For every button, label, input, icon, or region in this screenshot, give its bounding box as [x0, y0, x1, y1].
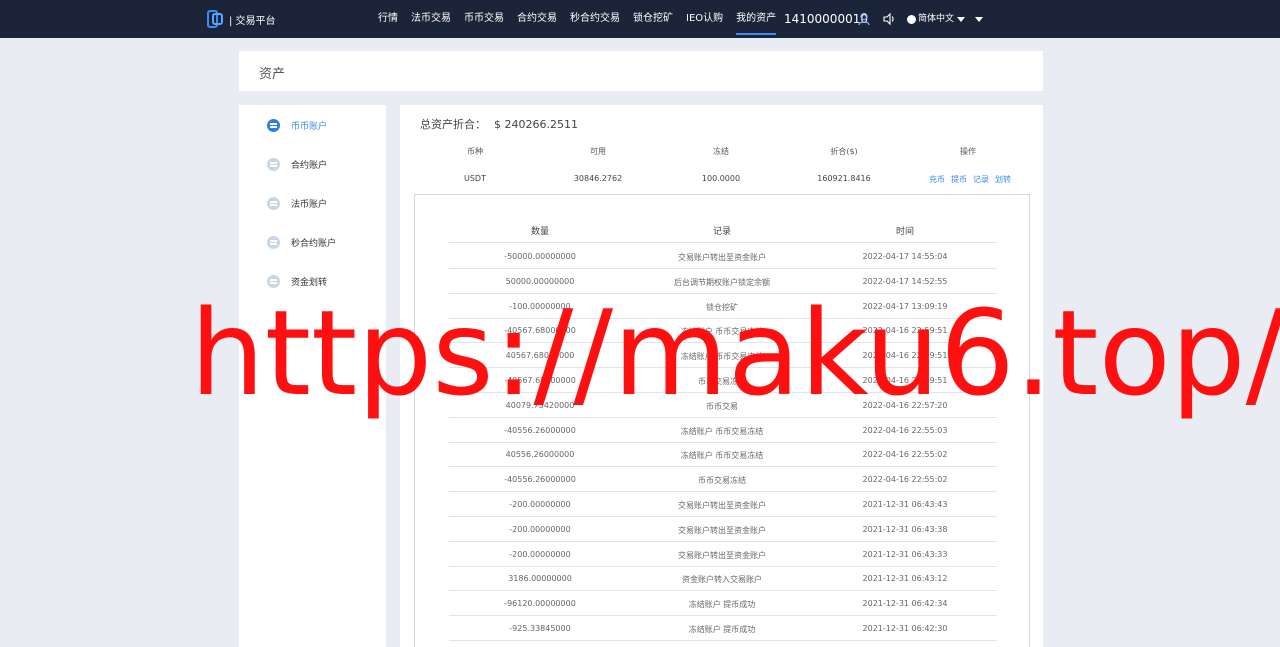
record-cell: 冻结账户 币币交易冻结: [680, 451, 764, 461]
logo[interactable]: | 交易平台: [207, 9, 276, 29]
logo-text: | 交易平台: [229, 15, 276, 27]
table-row: -200.00000000 交易账户转出至资金账户 2021-12-31 06:43…: [449, 542, 997, 567]
language-label: 简体中文: [918, 14, 955, 24]
globe-icon: [907, 14, 916, 24]
fiat-account-icon: [267, 196, 280, 210]
total-assets-value: $ 240266.2511: [494, 118, 578, 131]
converted-cell: 160921.8416: [817, 174, 871, 183]
account-phone[interactable]: 14100000010: [784, 0, 868, 38]
column-header-converted: 折合($): [830, 147, 858, 156]
record-cell: 交易账户转出至资金账户: [678, 253, 766, 262]
table-row: 3186.00000000 资金账户转入交易账户 2021-12-31 06:43:…: [449, 566, 997, 592]
sidebar-item-second-contract-account[interactable]: 秒合约账户: [267, 234, 336, 250]
sidebar-item-fiat-account[interactable]: 法币账户: [267, 195, 327, 211]
column-header-frozen: 冻结: [713, 147, 729, 156]
main-nav: 行情 法币交易 币币交易 合约交易 秒合约交易 锁仓挖矿 IEO认购 我的资产: [378, 0, 789, 38]
table-row: -925.33845000 冻结账户 提币成功 2021-12-31 06:42:3…: [449, 616, 997, 641]
speaker-icon[interactable]: [882, 12, 896, 26]
time-cell: 2021-12-31 06:42:34: [862, 599, 948, 609]
nav-item-contract-trade[interactable]: 合约交易: [517, 0, 557, 38]
sidebar-item-label: 法币账户: [291, 199, 328, 210]
nav-item-ieo[interactable]: IEO认购: [686, 0, 723, 38]
nav-item-staking[interactable]: 锁仓挖矿: [633, 0, 673, 38]
time-cell: 2022-04-16 22:55:02: [862, 475, 948, 485]
second-contract-account-icon: [267, 235, 280, 249]
time-cell: 2021-12-31 06:43:12: [862, 574, 948, 584]
amount-cell: 3186.00000000: [508, 574, 572, 584]
deposit-link[interactable]: 充币: [929, 175, 945, 184]
sidebar-item-label: 币币账户: [291, 121, 328, 132]
time-cell: 2022-04-16 22:55:02: [862, 450, 948, 460]
top-navbar: | 交易平台 行情 法币交易 币币交易 合约交易 秒合约交易 锁仓挖矿 IEO认…: [0, 0, 1280, 38]
transfer-link[interactable]: 划转: [995, 175, 1011, 184]
column-header-record: 记录: [712, 227, 731, 237]
time-cell: 2021-12-31 06:43:43: [862, 500, 948, 509]
contract-account-icon: [267, 157, 280, 171]
page-title-panel: 资产: [239, 51, 1043, 91]
sidebar-item-label: 合约账户: [291, 160, 328, 171]
table-row: -50000.00000000 交易账户转出至资金账户 2022-04-17 14:…: [449, 244, 997, 269]
records-table-header: 数量 记录 时间: [449, 221, 997, 243]
time-cell: 2021-12-31 06:42:30: [862, 624, 948, 633]
total-assets-label: 总资产折合：: [420, 118, 486, 131]
amount-cell: -200.00000000: [509, 549, 571, 559]
table-row: -96120.00000000 冻结账户 提币成功 2021-12-31 06:42…: [449, 591, 997, 617]
amount-cell: -96120.00000000: [504, 599, 576, 609]
withdraw-link[interactable]: 提币: [951, 175, 967, 184]
language-selector[interactable]: 简体中文: [907, 0, 966, 38]
table-row: -200.00000000 交易账户转出至资金账户 2021-12-31 06:43…: [449, 517, 997, 542]
column-header-available: 可用: [590, 147, 606, 156]
record-cell: 交易账户转出至资金账户: [678, 550, 766, 560]
time-cell: 2022-04-16 22:55:03: [862, 425, 948, 435]
time-cell: 2021-12-31 06:43:38: [862, 524, 948, 534]
more-menu-chevron-icon[interactable]: [975, 17, 983, 22]
record-cell: 币币交易冻结: [698, 476, 746, 486]
time-cell: 2022-04-17 14:55:04: [862, 252, 948, 261]
nav-item-market[interactable]: 行情: [378, 0, 398, 38]
nav-item-fiat-trade[interactable]: 法币交易: [411, 0, 451, 38]
currency-cell: USDT: [464, 174, 486, 183]
amount-cell: -50000.00000000: [504, 252, 576, 261]
records-link[interactable]: 记录: [973, 175, 989, 184]
amount-cell: 40556.26000000: [505, 450, 575, 460]
user-icon[interactable]: [857, 12, 871, 26]
amount-cell: -40556.26000000: [504, 425, 576, 435]
column-header-actions: 操作: [960, 147, 976, 156]
column-header-currency: 币种: [467, 147, 483, 156]
chevron-down-icon: [957, 16, 966, 22]
frozen-cell: 100.0000: [701, 174, 741, 183]
record-cell: 交易账户转出至资金账户: [678, 525, 766, 535]
time-cell: 2021-12-31 06:43:33: [862, 549, 948, 559]
available-cell: 30846.2762: [573, 174, 623, 183]
sidebar-item-label: 秒合约账户: [291, 238, 337, 249]
nav-item-second-contract[interactable]: 秒合约交易: [570, 0, 620, 38]
amount-cell: -40556.26000000: [504, 475, 576, 485]
table-row: 40556.26000000 冻结账户 币币交易冻结 2022-04-16 22:5…: [449, 442, 997, 468]
amount-cell: -200.00000000: [509, 500, 571, 509]
coin-account-icon: [267, 118, 280, 132]
assets-table-header: 币种 可用 冻结 折合($) 操作: [420, 146, 1020, 160]
sidebar-item-coin-account[interactable]: 币币账户: [267, 117, 327, 133]
page-title: 资产: [259, 67, 286, 82]
amount-cell: -200.00000000: [509, 524, 571, 534]
actions-cell: 充币 提币 记录 划转: [920, 174, 1020, 185]
nav-item-my-assets[interactable]: 我的资产: [736, 0, 777, 38]
record-cell: 冻结账户 币币交易冻结: [680, 426, 764, 436]
watermark-url: https://maku6.top/: [190, 284, 1280, 422]
table-row: USDT 30846.2762 100.0000 160921.8416 充币提…: [420, 174, 1020, 188]
logo-icon: [207, 10, 223, 28]
record-cell: 冻结账户 提币成功: [688, 625, 756, 634]
column-header-amount: 数量: [530, 227, 549, 237]
total-assets: 总资产折合： $ 240266.2511: [420, 116, 586, 132]
amount-cell: -925.33845000: [509, 624, 571, 633]
record-cell: 冻结账户 提币成功: [688, 600, 756, 610]
record-cell: 资金账户转入交易账户: [682, 575, 762, 585]
column-header-time: 时间: [895, 227, 914, 237]
table-row: -40556.26000000 币币交易冻结 2022-04-16 22:55:02: [449, 467, 997, 493]
table-row: -200.00000000 交易账户转出至资金账户 2021-12-31 06:43…: [449, 492, 997, 517]
record-cell: 交易账户转出至资金账户: [678, 501, 766, 510]
nav-item-spot-trade[interactable]: 币币交易: [464, 0, 504, 38]
sidebar-item-contract-account[interactable]: 合约账户: [267, 156, 327, 172]
